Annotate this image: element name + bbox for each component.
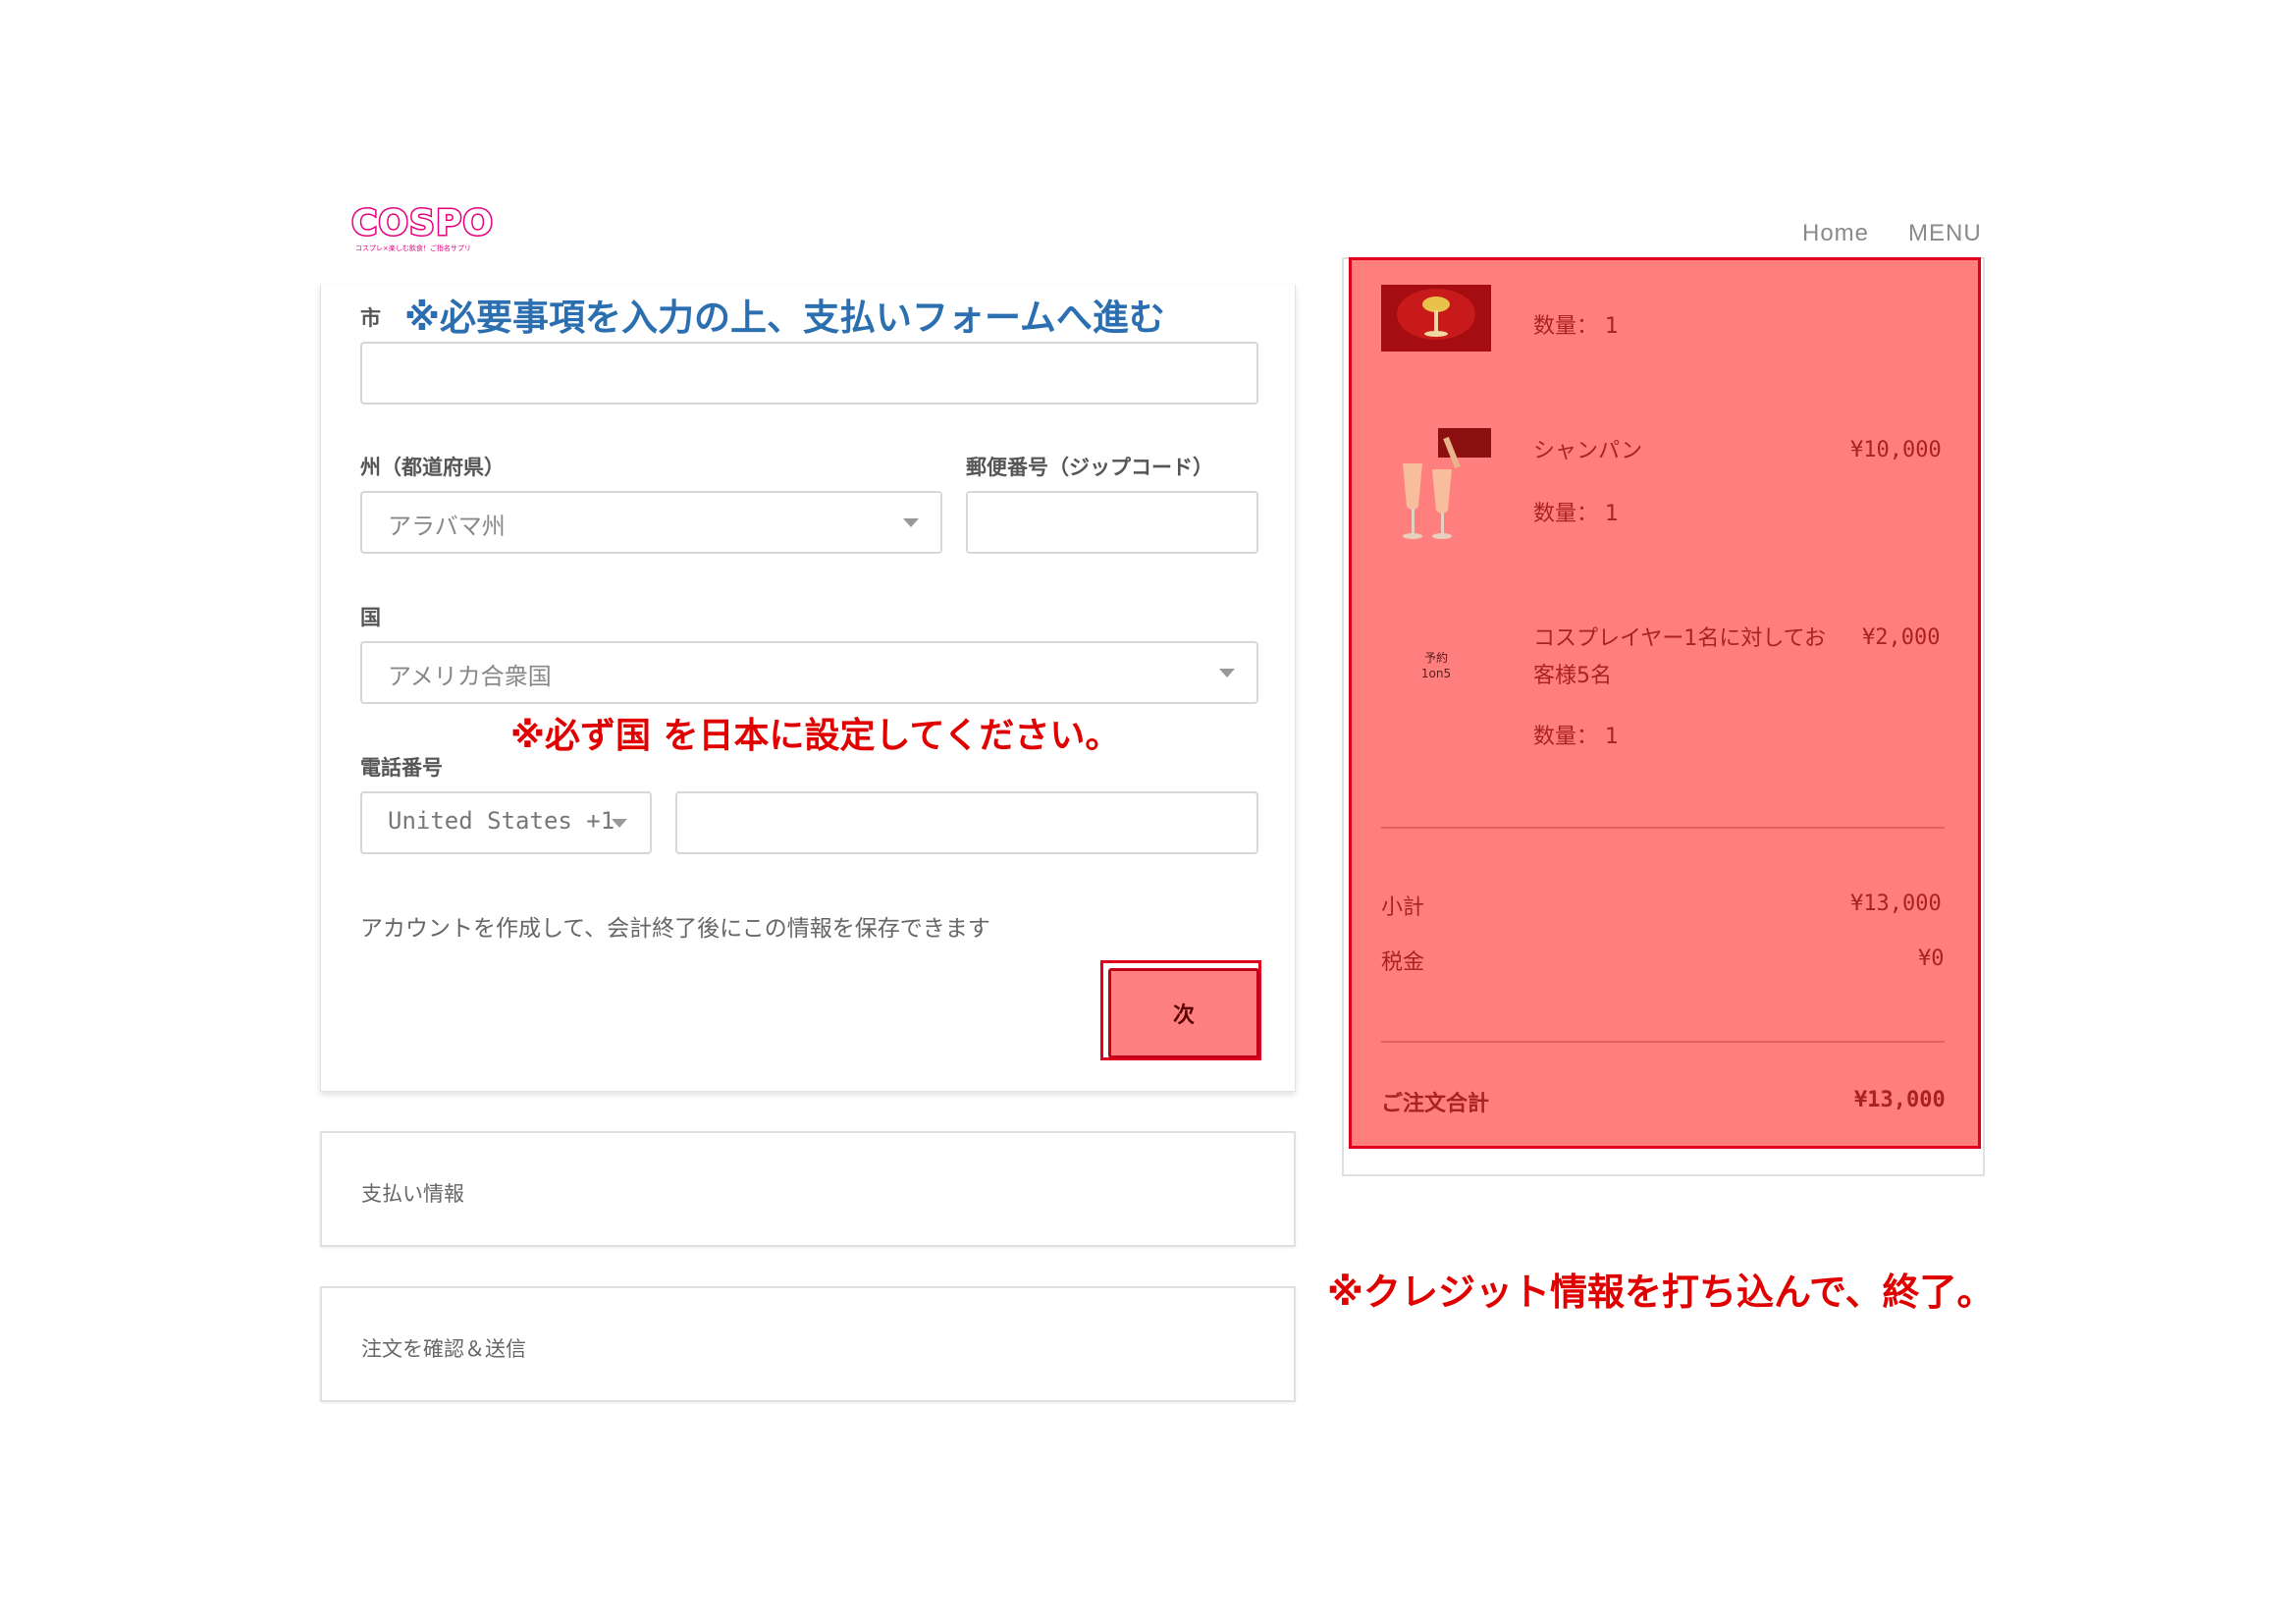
phone-country-value: United States +1 [388, 807, 615, 835]
item-2-price: ¥10,000 [1850, 438, 1942, 462]
item-2-thumbnail [1381, 428, 1491, 542]
item-3-name-line1: コスプレイヤー1名に対してお [1533, 626, 1827, 651]
logo-text: COSPO [350, 202, 495, 244]
nav-home-link[interactable]: Home [1802, 220, 1869, 247]
country-label: 国 [360, 606, 381, 629]
blue-annotation: ※必要事項を入力の上、支払いフォームへ進む [404, 297, 1165, 339]
state-select-value: アラバマ州 [388, 513, 506, 540]
summary-divider [1381, 827, 1945, 829]
phone-label: 電話番号 [360, 756, 443, 780]
next-button-highlight: 次 [1100, 960, 1261, 1060]
item-3-name-line2: 客様5名 [1533, 664, 1612, 688]
state-label: 州（都道府県） [360, 456, 505, 479]
logo-subtitle: コスプレ×楽しむ飲食！ご指名サプリ [355, 244, 471, 252]
total-value: ¥13,000 [1854, 1088, 1946, 1112]
summary-divider [1381, 1041, 1945, 1043]
next-button[interactable]: 次 [1108, 968, 1259, 1058]
subtotal-label: 小計 [1381, 895, 1425, 920]
chevron-down-icon [1219, 669, 1235, 677]
phone-input[interactable] [675, 791, 1258, 854]
city-input[interactable] [360, 342, 1258, 405]
country-select[interactable]: アメリカ合衆国 [360, 641, 1258, 704]
account-info-text: アカウントを作成して、会計終了後にこの情報を保存できます [360, 916, 990, 942]
city-label: 市 [360, 306, 381, 330]
item-2-quantity: 数量： 1 [1533, 502, 1619, 526]
order-summary-highlight [1349, 257, 1981, 1149]
cospo-logo[interactable]: COSPO コスプレ×楽しむ飲食！ご指名サプリ [350, 202, 495, 255]
state-select[interactable]: アラバマ州 [360, 491, 942, 554]
item-2-name: シャンパン [1533, 439, 1643, 463]
subtotal-value: ¥13,000 [1850, 892, 1942, 916]
tax-value: ¥0 [1918, 947, 1945, 971]
chevron-down-icon [612, 819, 627, 828]
chevron-down-icon [903, 518, 919, 527]
item-1-thumbnail [1381, 285, 1491, 352]
country-annotation: ※必ず国 を日本に設定してください。 [510, 716, 1121, 756]
credit-annotation: ※クレジット情報を打ち込んで、終了。 [1327, 1271, 1995, 1314]
zip-input[interactable] [966, 491, 1258, 554]
item-3-thumbnail: 予約 1on5 [1414, 650, 1459, 689]
item-3-price: ¥2,000 [1862, 625, 1941, 650]
item-3-quantity: 数量： 1 [1533, 725, 1619, 749]
country-select-value: アメリカ合衆国 [388, 663, 552, 690]
item-3-thumbnail-line2: 1on5 [1420, 667, 1452, 680]
review-section-title: 注文を確認＆送信 [361, 1337, 526, 1361]
review-submit-section[interactable]: 注文を確認＆送信 [320, 1286, 1296, 1402]
payment-info-section[interactable]: 支払い情報 [320, 1131, 1296, 1247]
item-3-thumbnail-line1: 予約 [1423, 651, 1448, 665]
zip-label: 郵便番号（ジップコード） [966, 456, 1213, 479]
payment-section-title: 支払い情報 [361, 1182, 464, 1206]
total-label: ご注文合計 [1381, 1092, 1490, 1116]
phone-country-select[interactable]: United States +1 [360, 791, 652, 854]
item-1-quantity: 数量： 1 [1533, 314, 1619, 339]
item-3-name: コスプレイヤー1名に対してお 客様5名 [1533, 621, 1826, 695]
nav-menu-link[interactable]: MENU [1908, 220, 1982, 247]
tax-label: 税金 [1381, 950, 1425, 975]
